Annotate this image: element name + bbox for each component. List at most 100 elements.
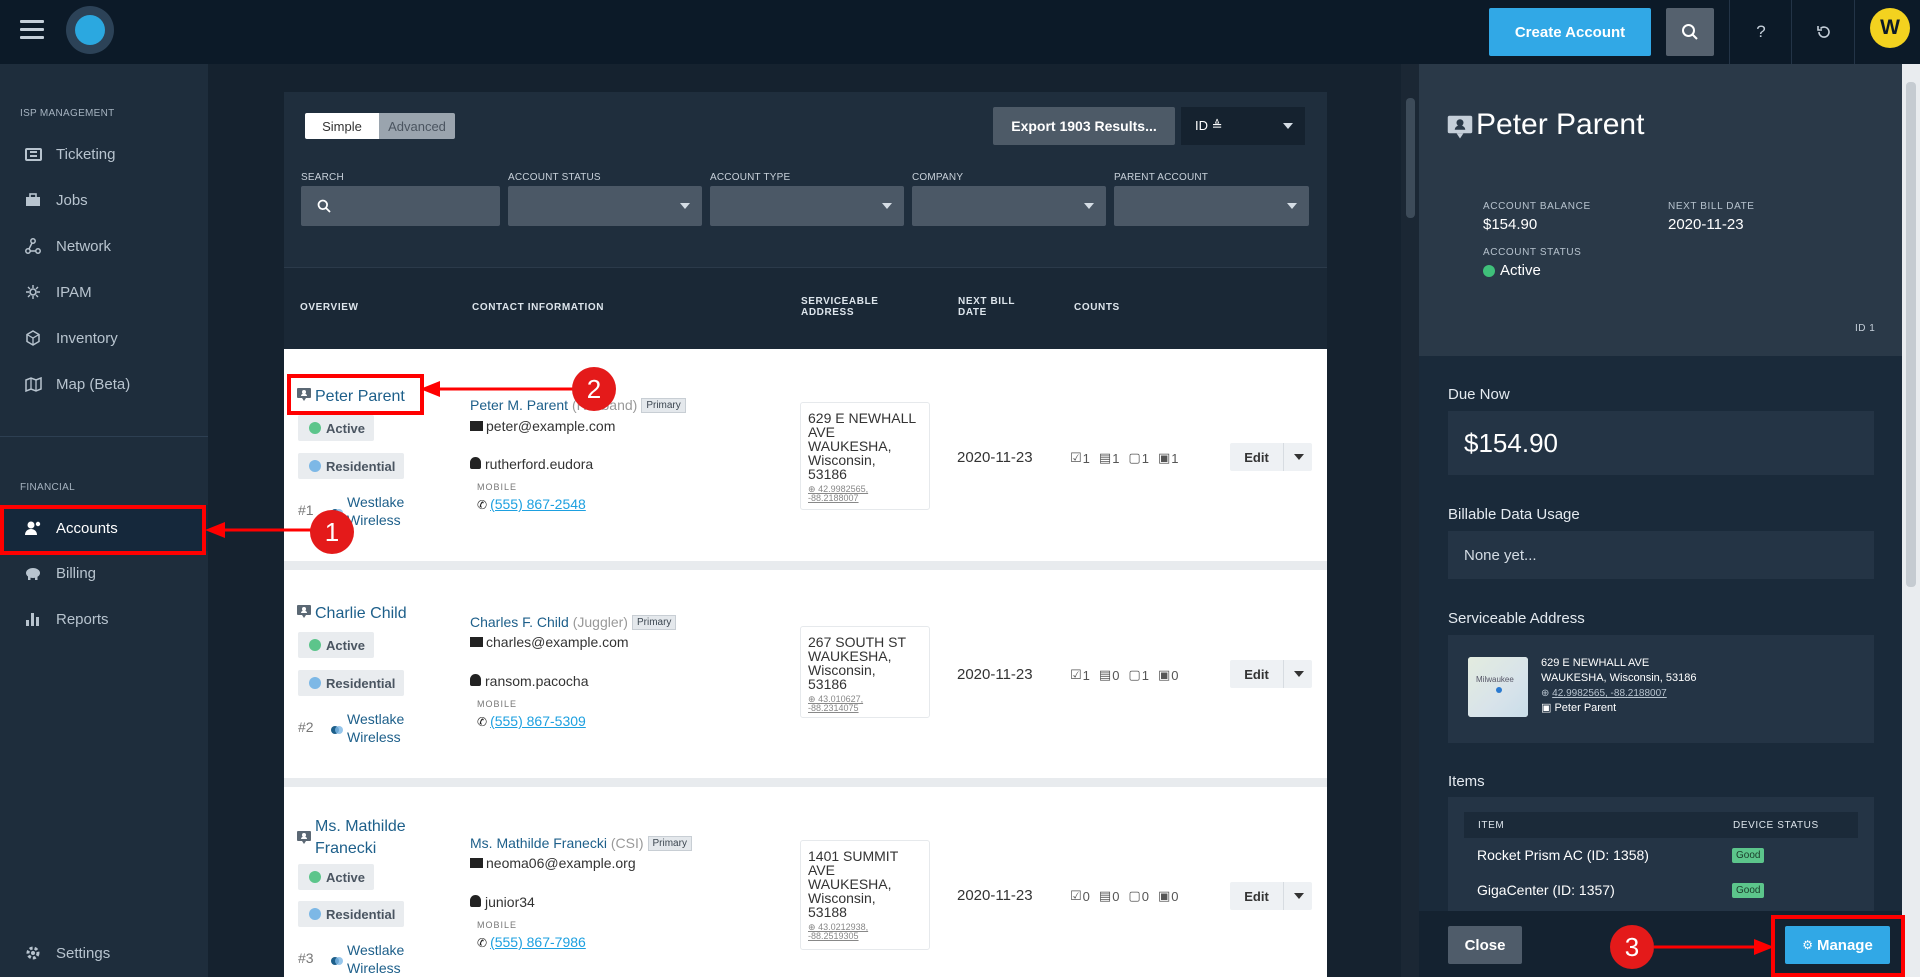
contact-card-icon: ▣ — [1541, 702, 1552, 714]
isp-management-heading: ISP MANAGEMENT — [20, 108, 115, 119]
edit-button[interactable]: Edit — [1230, 443, 1284, 471]
contact-username-text: rutherford.eudora — [485, 456, 594, 472]
coordinates-line: -88.2519305 — [808, 931, 859, 941]
sidebar-item-map[interactable]: Map (Beta) — [0, 361, 208, 407]
create-account-button[interactable]: Create Account — [1489, 8, 1651, 56]
history-icon[interactable] — [1810, 18, 1838, 46]
edit-button[interactable]: Edit — [1230, 882, 1284, 910]
device-status-badge: Good — [1732, 883, 1765, 898]
map-thumbnail[interactable]: Milwaukee — [1468, 657, 1528, 717]
company-link[interactable]: Westlake Wireless — [347, 710, 404, 746]
account-status-label: ACCOUNT STATUS — [508, 172, 601, 183]
contact-name-text: Peter M. Parent — [470, 397, 569, 413]
search-input[interactable] — [301, 186, 500, 226]
sort-select[interactable]: ID ≜ — [1181, 107, 1305, 145]
search-mode-toggle: Simple Advanced — [305, 113, 455, 139]
column-overview[interactable]: OVERVIEW — [300, 302, 359, 313]
search-button[interactable] — [1666, 8, 1714, 56]
phone-icon: ✆ — [477, 498, 488, 512]
count-value: 1 — [1141, 667, 1149, 683]
item-name[interactable]: Rocket Prism AC (ID: 1358) — [1477, 847, 1649, 863]
counts: ☑ 1 ▤ 1 ▢ 1 ▣ 1 — [1070, 450, 1187, 466]
column-counts[interactable]: COUNTS — [1074, 302, 1120, 313]
sidebar-item-ipam[interactable]: IPAM — [0, 269, 208, 315]
contact-name[interactable]: Charles F. Child (Juggler) Primary — [470, 614, 677, 630]
address-box[interactable]: 267 SOUTH ST WAUKESHA, Wisconsin, 53186 … — [800, 626, 930, 718]
edit-button[interactable]: Edit — [1230, 660, 1284, 688]
coordinates-link[interactable]: ⊕ 43.0212938, -88.2519305 — [808, 923, 922, 941]
edit-dropdown-toggle[interactable] — [1284, 882, 1312, 910]
company-link[interactable]: Westlake Wireless — [347, 941, 404, 977]
sidebar-item-reports[interactable]: Reports — [0, 596, 208, 642]
account-status-select[interactable] — [508, 186, 702, 226]
address-box[interactable]: 629 E NEWHALL AVE WAUKESHA, Wisconsin, 5… — [800, 402, 930, 510]
company-link-line: Wireless — [347, 960, 401, 976]
account-name-link[interactable]: Charlie Child — [315, 605, 407, 623]
column-contact[interactable]: CONTACT INFORMATION — [472, 302, 604, 313]
panel-scrollbar-thumb[interactable] — [1906, 82, 1916, 587]
sidebar-item-label: Jobs — [56, 191, 88, 209]
phone-link[interactable]: (555) 867-2548 — [490, 496, 586, 512]
sort-select-value: ID ≜ — [1195, 118, 1223, 133]
chevron-down-icon — [1294, 454, 1304, 460]
contact-name[interactable]: Ms. Mathilde Franecki (CSI) Primary — [470, 835, 692, 851]
account-number: #3 — [298, 950, 314, 966]
next-bill-label: NEXT BILL DATE — [1668, 201, 1755, 212]
sidebar-item-jobs[interactable]: Jobs — [0, 177, 208, 223]
phone-row: ✆ (555) 867-5309 — [477, 713, 586, 731]
account-id: ID 1 — [1855, 323, 1876, 334]
address-line: Wisconsin, — [808, 890, 876, 906]
simple-tab[interactable]: Simple — [305, 113, 379, 139]
chevron-down-icon — [1084, 203, 1094, 209]
sidebar-item-billing[interactable]: Billing — [0, 550, 208, 596]
items-label: Items — [1448, 773, 1485, 790]
chevron-down-icon — [1294, 671, 1304, 677]
item-name[interactable]: GigaCenter (ID: 1357) — [1477, 882, 1615, 898]
sidebar-item-label: Map (Beta) — [56, 375, 131, 393]
advanced-tab[interactable]: Advanced — [379, 113, 455, 139]
ticket-icon — [22, 145, 44, 163]
panel-address-coords-row[interactable]: ⊕ 42.9982565, -88.2188007 — [1541, 686, 1696, 701]
divider — [1854, 0, 1855, 64]
contact-username: ransom.pacocha — [470, 673, 589, 689]
count-value: 1 — [1082, 450, 1090, 466]
phone-link[interactable]: (555) 867-7986 — [490, 934, 586, 950]
sidebar-item-network[interactable]: Network — [0, 223, 208, 269]
sidebar-item-settings[interactable]: Settings — [0, 930, 208, 976]
export-button[interactable]: Export 1903 Results... — [993, 107, 1175, 145]
chevron-down-icon — [680, 203, 690, 209]
column-next-bill[interactable]: NEXT BILL DATE — [958, 296, 1015, 318]
phone-icon: ✆ — [477, 715, 488, 729]
parent-account-select[interactable] — [1114, 186, 1309, 226]
status-badge-label: Active — [326, 637, 366, 653]
contact-card-icon: ▣ — [1157, 667, 1171, 682]
address-line: AVE — [808, 862, 835, 878]
account-type-select[interactable] — [710, 186, 904, 226]
close-button[interactable]: Close — [1448, 926, 1522, 964]
company-select[interactable] — [912, 186, 1106, 226]
main-scrollbar-thumb[interactable] — [1406, 98, 1415, 218]
address-box[interactable]: 1401 SUMMIT AVE WAUKESHA, Wisconsin, 531… — [800, 840, 930, 950]
account-name-link[interactable]: Ms. Mathilde Franecki — [315, 816, 406, 860]
edit-button-group: Edit — [1230, 443, 1312, 471]
user-avatar[interactable]: W — [1870, 8, 1910, 48]
panel-account-name: Peter Parent — [1476, 108, 1645, 141]
menu-icon[interactable] — [20, 20, 44, 40]
sidebar-item-label: Network — [56, 237, 112, 255]
company-link[interactable]: Westlake Wireless — [347, 493, 404, 529]
company-link-line: Westlake — [347, 494, 405, 510]
contact-name-text: Ms. Mathilde Franecki — [470, 835, 607, 851]
panel-address-line: 629 E NEWHALL AVE — [1541, 657, 1650, 669]
coordinates-link[interactable]: ⊕ 43.010627, -88.2314075 — [808, 695, 922, 713]
sidebar-item-inventory[interactable]: Inventory — [0, 315, 208, 361]
company-link-line: Wireless — [347, 512, 401, 528]
column-address[interactable]: SERVICEABLE ADDRESS — [801, 296, 879, 318]
phone-link[interactable]: (555) 867-5309 — [490, 713, 586, 729]
type-badge: Residential — [298, 453, 405, 479]
edit-dropdown-toggle[interactable] — [1284, 443, 1312, 471]
app-logo[interactable] — [66, 6, 114, 54]
sidebar-item-ticketing[interactable]: Ticketing — [0, 131, 208, 177]
edit-dropdown-toggle[interactable] — [1284, 660, 1312, 688]
help-icon[interactable]: ? — [1747, 18, 1775, 46]
coordinates-link[interactable]: ⊕ 42.9982565, -88.2188007 — [808, 485, 922, 503]
